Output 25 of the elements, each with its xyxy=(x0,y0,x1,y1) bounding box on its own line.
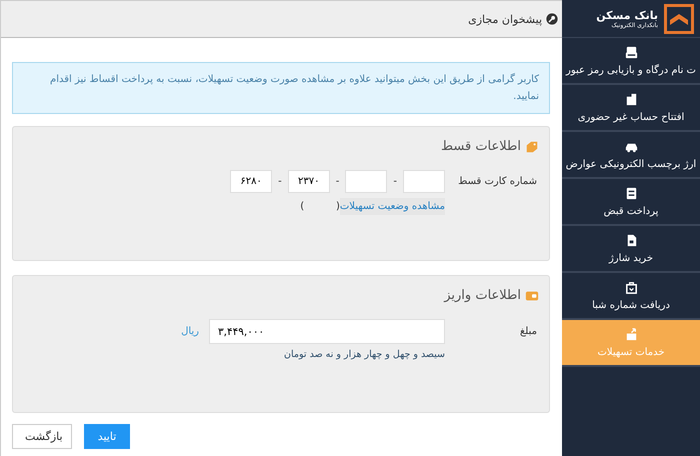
wallet-icon xyxy=(525,288,539,302)
masked-text: ( ) xyxy=(300,201,340,212)
tag-icon xyxy=(525,140,539,154)
card-number-field[interactable]: ۲۳۷۰ xyxy=(288,170,330,193)
panel-title: اطلاعات قسط xyxy=(441,139,521,154)
back-button[interactable]: بازگشت xyxy=(12,424,72,449)
field-label: شماره کارت قسط xyxy=(457,176,537,187)
bank-name: بانک مسکن xyxy=(596,8,658,22)
amount-in-words: سیصد و چهل و چهار هزار و نه صد تومان xyxy=(284,349,445,360)
info-message: کاربر گرامی از طریق این بخش میتوانید علاوه بر مشاهده صورت وضعیت تسهیلات، نسبت به پرداخت اقساط نیز اقدام نمایید. xyxy=(12,62,550,114)
cards-icon xyxy=(624,45,638,60)
separator-dash: - xyxy=(336,176,340,187)
card-number-field[interactable] xyxy=(403,170,445,193)
currency-label: ریال xyxy=(181,326,199,337)
amount-field[interactable]: ۳,۴۴۹,۰۰۰ xyxy=(209,319,445,344)
card-number-field[interactable] xyxy=(345,170,388,193)
page-title: پیشخوان مجازی xyxy=(468,12,542,26)
separator-dash: - xyxy=(393,176,397,187)
separator-dash: - xyxy=(278,176,282,187)
field-label: مبلغ xyxy=(518,326,537,337)
bag-icon xyxy=(624,280,638,295)
key-icon xyxy=(546,13,558,25)
panel-title: اطلاعات واریز xyxy=(444,288,521,303)
logo-icon xyxy=(664,4,694,34)
card-number-field[interactable]: ۶۲۸۰ xyxy=(230,170,272,193)
